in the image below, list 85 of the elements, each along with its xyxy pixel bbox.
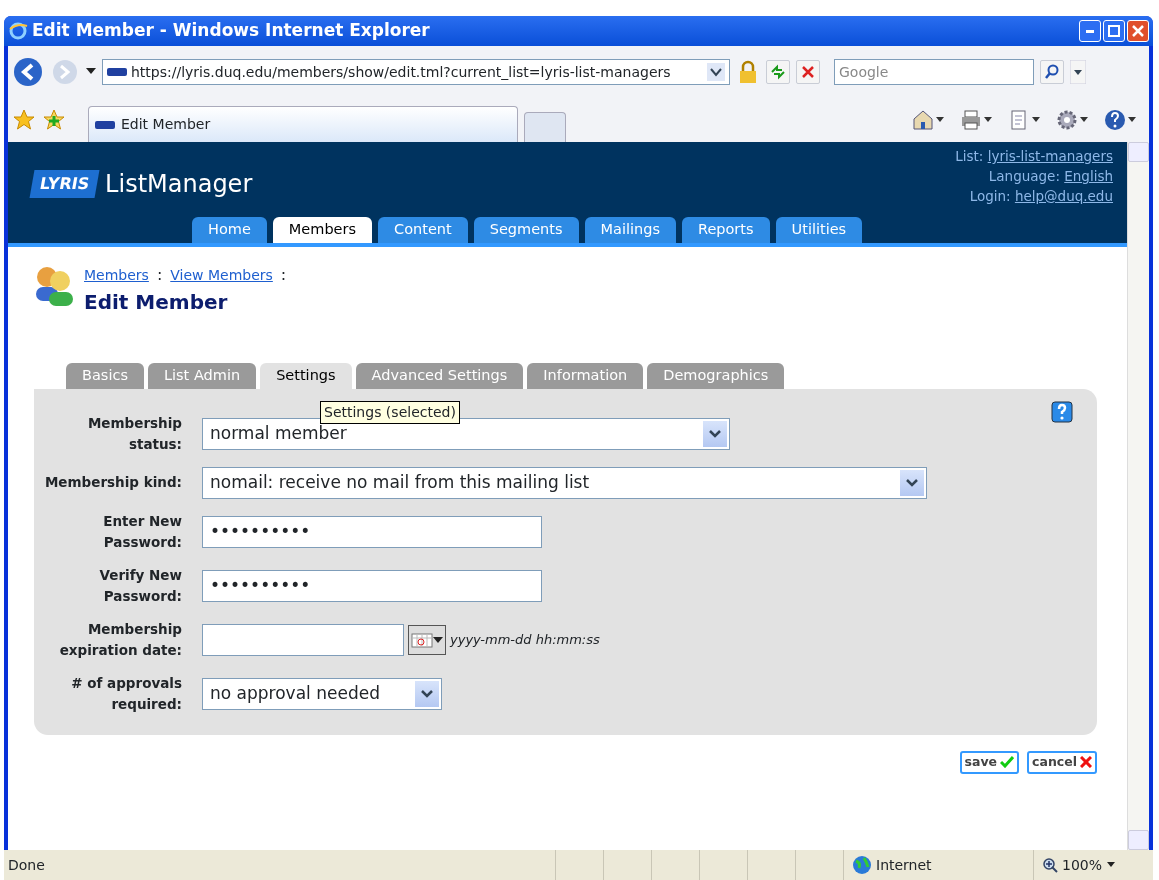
breadcrumb-link[interactable]: Members — [84, 264, 149, 286]
nav-tab[interactable]: Reports — [681, 217, 770, 243]
gear-icon[interactable] — [1055, 108, 1079, 132]
browser-tab[interactable]: Edit Member — [88, 106, 518, 142]
calendar-button[interactable] — [408, 624, 446, 655]
search-field[interactable]: Google — [834, 59, 1034, 85]
info-link[interactable]: English — [1064, 168, 1113, 184]
scrollbar[interactable] — [1127, 142, 1149, 850]
zone-label: Internet — [876, 855, 932, 875]
dropdown-arrow-icon — [1106, 861, 1117, 869]
maximize-icon — [1108, 25, 1120, 37]
section-tab[interactable]: Settings — [260, 363, 352, 389]
window-title: Edit Member - Windows Internet Explorer — [32, 19, 431, 43]
nav-tab[interactable]: Content — [378, 217, 468, 243]
nav-tab[interactable]: Segments — [473, 217, 579, 243]
cancel-button[interactable]: cancel — [1027, 750, 1097, 774]
password-field[interactable]: •••••••••• — [202, 569, 542, 602]
home-icon[interactable] — [911, 108, 935, 132]
star-icon[interactable] — [12, 108, 36, 132]
info-link[interactable]: lyris-list-managers — [987, 148, 1113, 164]
search-button[interactable] — [1040, 60, 1064, 84]
chevron-down-icon — [709, 429, 721, 438]
format-hint: yyyy-mm-dd hh:mm:ss — [450, 631, 600, 649]
tooltip: Settings (selected) — [320, 400, 460, 424]
help-icon[interactable] — [1051, 400, 1073, 423]
product-name: ListManager — [105, 169, 253, 200]
chevron-down-icon — [906, 478, 918, 487]
nav-tab[interactable]: Mailings — [584, 217, 676, 243]
field-label: Enter New Password: — [102, 511, 183, 552]
calendar-icon — [411, 631, 433, 648]
address-field[interactable]: https://lyris.duq.edu/members/show/edit.tml?current_list=lyris-list-managers — [102, 59, 730, 85]
zoom-icon — [1042, 857, 1058, 873]
check-icon — [1000, 756, 1015, 769]
dropdown-arrow-icon[interactable] — [1031, 116, 1041, 124]
search-icon — [1044, 64, 1060, 80]
minimize-icon — [1086, 29, 1094, 33]
help-icon[interactable] — [1103, 108, 1127, 132]
nav-tab[interactable]: Home — [192, 217, 267, 243]
field-label: Membership kind: — [43, 473, 183, 493]
info-label: List: — [955, 148, 984, 164]
dropdown-arrow-icon[interactable] — [86, 68, 96, 76]
printer-icon[interactable] — [959, 108, 983, 132]
dropdown[interactable]: nomail: receive no mail from this mailing list — [202, 466, 927, 499]
chevron-down-icon — [421, 689, 433, 698]
field-label: Membership status: — [86, 413, 183, 454]
close-button[interactable] — [1127, 20, 1149, 42]
status-text: Done — [7, 855, 46, 875]
date-field[interactable] — [202, 623, 404, 656]
field-label: Membership expiration date: — [58, 619, 183, 660]
dropdown[interactable]: no approval needed — [202, 677, 442, 710]
dropdown-arrow-icon — [433, 635, 443, 644]
info-label: Login: — [969, 188, 1011, 204]
site-icon — [107, 67, 127, 77]
info-label: Language: — [988, 168, 1060, 184]
dropdown-arrow-icon[interactable] — [1070, 60, 1086, 84]
dropdown-arrow-icon[interactable] — [1127, 116, 1137, 124]
field-label: Verify New Password: — [98, 565, 183, 606]
info-link[interactable]: help@duq.edu — [1014, 188, 1113, 204]
page-heading: Edit Member — [84, 289, 229, 316]
globe-icon — [852, 855, 872, 875]
refresh-icon — [770, 64, 786, 80]
zoom-button[interactable]: 100% — [1033, 850, 1153, 880]
breadcrumb-separator: : — [280, 264, 287, 286]
minimize-button[interactable] — [1079, 20, 1101, 42]
site-icon — [95, 119, 115, 130]
maximize-button[interactable] — [1103, 20, 1125, 42]
dropdown-arrow-icon[interactable] — [935, 116, 945, 124]
add-favorite-icon[interactable] — [42, 108, 66, 132]
nav-tab[interactable]: Utilities — [775, 217, 863, 243]
breadcrumb-link[interactable]: View Members — [170, 264, 273, 286]
close-icon — [1132, 25, 1144, 37]
back-icon[interactable] — [12, 56, 44, 88]
dropdown-arrow-icon[interactable] — [1079, 116, 1089, 124]
logo: LYRIS — [29, 170, 100, 198]
close-icon — [1080, 756, 1092, 769]
nav-tab[interactable]: Members — [272, 217, 373, 243]
stop-button[interactable] — [796, 60, 820, 84]
save-button[interactable]: save — [959, 750, 1020, 774]
password-field[interactable]: •••••••••• — [202, 515, 542, 548]
browser-logo-icon — [8, 21, 28, 41]
dropdown-arrow-icon[interactable] — [983, 116, 993, 124]
refresh-button[interactable] — [766, 60, 790, 84]
breadcrumb-separator: : — [156, 264, 163, 286]
field-label: # of approvals required: — [70, 673, 183, 714]
stop-icon — [801, 65, 815, 79]
